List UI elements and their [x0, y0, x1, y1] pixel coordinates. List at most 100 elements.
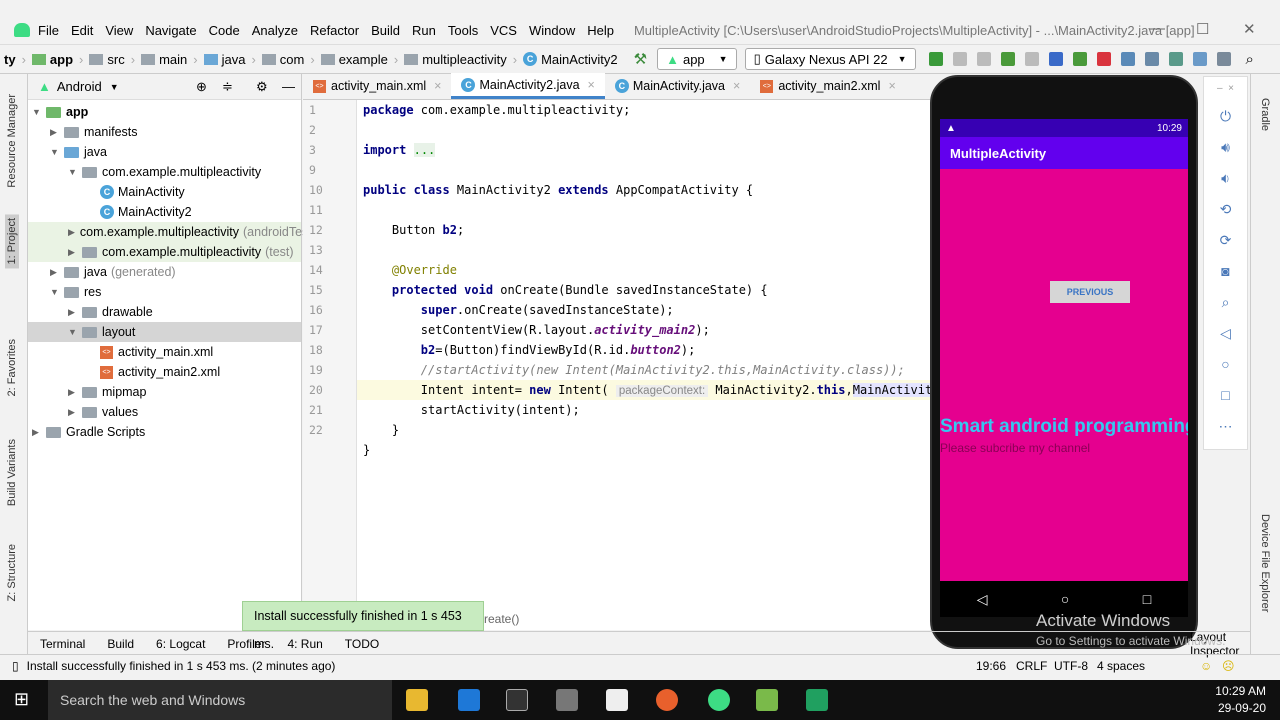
notepad-icon[interactable]: [756, 689, 778, 711]
tree-item[interactable]: ▶ java (generated): [28, 262, 301, 282]
home-icon[interactable]: ○: [1061, 591, 1069, 607]
more-icon[interactable]: ⋯: [1204, 411, 1247, 442]
editor-tab[interactable]: C MainActivity.java ×: [605, 73, 750, 99]
happy-feedback-icon[interactable]: ☺: [1200, 659, 1212, 673]
previous-button[interactable]: PREVIOUS: [1050, 281, 1130, 303]
collapsed-arrow-icon[interactable]: ▶: [68, 227, 75, 238]
close-tab-icon[interactable]: ×: [588, 78, 595, 92]
code-line[interactable]: [357, 120, 930, 140]
breadcrumb-item[interactable]: main ›: [141, 52, 198, 67]
close-tab-icon[interactable]: ×: [434, 79, 441, 93]
emulator-window-controls[interactable]: – ×: [1204, 77, 1247, 101]
cmd-icon[interactable]: [506, 689, 528, 711]
tree-item[interactable]: ▼ res: [28, 282, 301, 302]
attach-debugger-icon[interactable]: [1072, 52, 1087, 66]
breadcrumb-item[interactable]: app ›: [31, 52, 83, 67]
tree-item[interactable]: ▼ com.example.multipleactivity: [28, 162, 301, 182]
collapsed-arrow-icon[interactable]: ▶: [68, 247, 82, 258]
menu-file[interactable]: File: [38, 23, 59, 38]
tree-item[interactable]: C MainActivity: [28, 182, 301, 202]
menu-code[interactable]: Code: [209, 23, 240, 38]
maximize-button[interactable]: ☐: [1196, 20, 1209, 38]
structure-tab[interactable]: Z: Structure: [6, 544, 18, 601]
stop-icon[interactable]: [1096, 52, 1111, 66]
line-separator[interactable]: CRLF: [1016, 659, 1047, 673]
tree-item[interactable]: ▼ app: [28, 102, 301, 122]
tree-item[interactable]: ▶ drawable: [28, 302, 301, 322]
clock-time[interactable]: 10:29 AM: [1210, 684, 1266, 698]
code-line[interactable]: super.onCreate(savedInstanceState);: [357, 300, 930, 320]
debug-icon[interactable]: [1000, 52, 1015, 66]
menu-analyze[interactable]: Analyze: [252, 23, 298, 38]
build-tab[interactable]: Build: [107, 637, 134, 651]
menu-window[interactable]: Window: [529, 23, 575, 38]
expanded-arrow-icon[interactable]: ▼: [32, 107, 46, 117]
avd-manager-icon[interactable]: [1192, 52, 1207, 66]
build-variants-tab[interactable]: Build Variants: [6, 439, 18, 506]
code-line[interactable]: public class MainActivity2 extends AppCo…: [357, 180, 930, 200]
tree-item[interactable]: ▶ com.example.multipleactivity (androidTes…: [28, 222, 316, 242]
emulator-screen[interactable]: ▲ 10:29 MultipleActivity PREVIOUS Smart a…: [940, 119, 1188, 609]
menu-vcs[interactable]: VCS: [490, 23, 517, 38]
recents-icon[interactable]: □: [1143, 591, 1151, 607]
editor-tab[interactable]: C MainActivity2.java ×: [451, 73, 605, 99]
file-encoding[interactable]: UTF-8: [1054, 659, 1088, 673]
sync-icon[interactable]: [1168, 52, 1183, 66]
code-line[interactable]: startActivity(intent);: [357, 400, 930, 420]
code-line[interactable]: Intent intent= new Intent( packageContex…: [357, 380, 940, 400]
calculator-icon[interactable]: [556, 689, 578, 711]
code-line[interactable]: [357, 160, 930, 180]
menu-tools[interactable]: Tools: [448, 23, 478, 38]
breadcrumb-item[interactable]: ty ›: [4, 52, 26, 67]
zoom-icon[interactable]: ⌕: [1204, 287, 1247, 318]
expanded-arrow-icon[interactable]: ▼: [68, 327, 82, 337]
profiler-tab[interactable]: Profiler: [227, 637, 265, 651]
sdk-manager-icon[interactable]: [1216, 52, 1231, 66]
run-config-select[interactable]: ▲ app ▼: [657, 48, 737, 70]
chevron-down-icon[interactable]: ▼: [110, 82, 119, 92]
indent-setting[interactable]: 4 spaces: [1097, 659, 1145, 673]
collapsed-arrow-icon[interactable]: ▶: [50, 127, 64, 138]
close-button[interactable]: ✕: [1243, 20, 1256, 38]
collapsed-arrow-icon[interactable]: ▶: [68, 307, 82, 318]
status-window-icon[interactable]: ▯: [12, 659, 19, 673]
editor-tab[interactable]: <> activity_main.xml ×: [303, 73, 451, 99]
code-line[interactable]: //startActivity(new Intent(MainActivity2…: [357, 360, 930, 380]
hide-icon[interactable]: —: [282, 79, 295, 94]
sad-feedback-icon[interactable]: ☹: [1222, 659, 1235, 673]
code-line[interactable]: [357, 240, 930, 260]
rotate-right-icon[interactable]: ⟳: [1204, 225, 1247, 256]
code-line[interactable]: [357, 200, 930, 220]
edge-icon[interactable]: [458, 689, 480, 711]
minimize-button[interactable]: —: [1150, 20, 1165, 37]
apply-changes-icon[interactable]: [952, 52, 967, 66]
resource-manager-tab[interactable]: Resource Manager: [6, 94, 18, 188]
close-tab-icon[interactable]: ×: [733, 79, 740, 93]
terminal-icon[interactable]: [1144, 52, 1159, 66]
tree-item[interactable]: C MainActivity2: [28, 202, 301, 222]
search-icon[interactable]: ⌕: [1246, 51, 1254, 68]
rotate-left-icon[interactable]: ⟲: [1204, 194, 1247, 225]
expanded-arrow-icon[interactable]: ▼: [68, 167, 82, 177]
code-line[interactable]: package com.example.multipleactivity;: [357, 100, 930, 120]
close-tab-icon[interactable]: ×: [888, 79, 895, 93]
camera-icon[interactable]: ◙: [1204, 256, 1247, 287]
tree-item[interactable]: ▼ java: [28, 142, 301, 162]
volume-down-icon[interactable]: 🔉︎: [1204, 163, 1247, 194]
menu-help[interactable]: Help: [587, 23, 614, 38]
collapsed-arrow-icon[interactable]: ▶: [68, 407, 82, 418]
expanded-arrow-icon[interactable]: ▼: [50, 287, 64, 297]
code-line[interactable]: Button b2;: [357, 220, 930, 240]
code-area[interactable]: package com.example.multipleactivity; imp…: [357, 100, 940, 460]
gear-icon[interactable]: ⚙: [256, 79, 268, 95]
project-tab[interactable]: 1: Project: [5, 214, 19, 269]
power-icon[interactable]: ⏻: [1204, 101, 1247, 132]
tree-item[interactable]: ▶ Gradle Scripts: [28, 422, 301, 442]
breadcrumb-item[interactable]: multipleactivity ›: [404, 52, 517, 67]
cursor-position[interactable]: 19:66: [976, 659, 1006, 673]
firefox-icon[interactable]: [656, 689, 678, 711]
editor-tab[interactable]: <> activity_main2.xml ×: [750, 73, 905, 99]
profile-icon[interactable]: [1048, 52, 1063, 66]
build-hammer-icon[interactable]: ⚒: [634, 50, 647, 68]
clock-date[interactable]: 29-09-20: [1210, 701, 1266, 715]
